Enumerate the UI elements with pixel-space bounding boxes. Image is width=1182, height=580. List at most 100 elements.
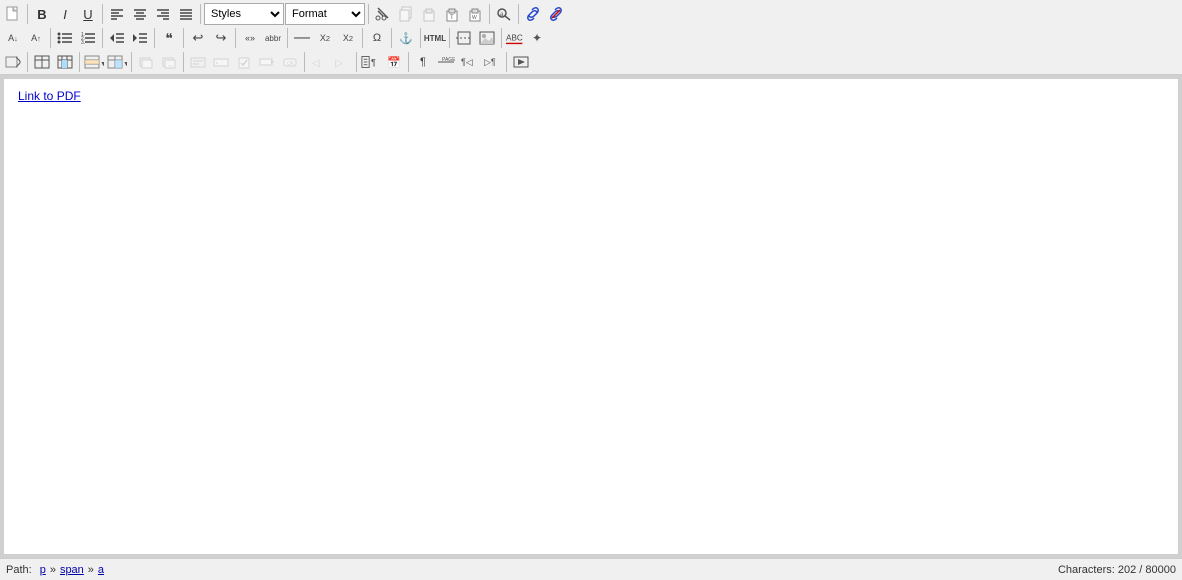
svg-text:3.: 3. (81, 40, 85, 45)
spellcheck-button[interactable]: ABC (505, 27, 527, 49)
show-blocks-button[interactable]: ¶ (360, 51, 382, 73)
button-button[interactable]: OK (279, 51, 301, 73)
table-cell-button[interactable]: ▼ (106, 51, 128, 73)
paragraph-mark-button[interactable]: ¶ (412, 51, 434, 73)
select-button[interactable] (256, 51, 278, 73)
svg-text:¶◁: ¶◁ (461, 57, 473, 67)
media-button[interactable] (510, 51, 532, 73)
copy-button[interactable] (395, 3, 417, 25)
form-button[interactable] (187, 51, 209, 73)
separator-5 (489, 4, 490, 24)
align-right-icon (156, 7, 170, 21)
undo-button[interactable]: ↩ (187, 27, 209, 49)
date-button[interactable]: 📅 (383, 51, 405, 73)
dir-rtl-button[interactable]: ▷ (331, 51, 353, 73)
cleanup-icon: ✦ (531, 31, 547, 45)
align-left-button[interactable] (106, 3, 128, 25)
bold-button[interactable]: B (31, 3, 53, 25)
svg-text:PAGE: PAGE (442, 57, 455, 63)
table-row-button[interactable]: ▼ (83, 51, 105, 73)
increase-font-button[interactable]: A↑ (25, 27, 47, 49)
italic-button[interactable]: I (54, 3, 76, 25)
copy-icon (398, 6, 414, 22)
cut-button[interactable] (372, 3, 394, 25)
status-bar: Path: p » span » a Characters: 202 / 800… (0, 558, 1182, 580)
superscript-button[interactable]: X2 (337, 27, 359, 49)
align-right-button[interactable] (152, 3, 174, 25)
insert-special-button[interactable]: «» (239, 27, 261, 49)
ordered-list-button[interactable]: 1. 2. 3. (77, 27, 99, 49)
pagebreak2-icon: PAGE (437, 55, 455, 69)
svg-text:¶: ¶ (371, 58, 376, 68)
unordered-list-button[interactable] (54, 27, 76, 49)
separator-r2-9 (420, 28, 421, 48)
html-button[interactable]: HTML (424, 27, 446, 49)
paste-button[interactable] (418, 3, 440, 25)
checkbox-button[interactable] (233, 51, 255, 73)
edit-css-button[interactable] (2, 51, 24, 73)
paste-word-button[interactable]: W (464, 3, 486, 25)
editor-content[interactable]: Link to PDF (4, 79, 1178, 554)
svg-text:W: W (472, 15, 477, 21)
path-span[interactable]: span (60, 564, 84, 576)
separator-r3-1 (27, 52, 28, 72)
find-replace-button[interactable]: a (493, 3, 515, 25)
svg-text:◁: ◁ (312, 58, 320, 69)
separator-3 (200, 4, 201, 24)
redo-button[interactable]: ↪ (210, 27, 232, 49)
abbr-button[interactable]: abbr (262, 27, 284, 49)
pagebreak-button[interactable] (453, 27, 475, 49)
insert-table-button[interactable] (31, 51, 53, 73)
align-justify-button[interactable] (175, 3, 197, 25)
editor-link[interactable]: Link to PDF (18, 89, 81, 103)
dir-ltr-icon: ◁ (311, 55, 327, 69)
paste-text-button[interactable]: T (441, 3, 463, 25)
underline-button[interactable]: U (77, 3, 99, 25)
blockquote-button[interactable]: ❝ (158, 27, 180, 49)
hr-button[interactable]: — (291, 27, 313, 49)
input-icon (213, 55, 229, 69)
input-button[interactable] (210, 51, 232, 73)
svg-text:ABC: ABC (506, 34, 523, 43)
separator-r3-6 (356, 52, 357, 72)
dir-ltr-button[interactable]: ◁ (308, 51, 330, 73)
para-right2-button[interactable]: ▷¶ (481, 51, 503, 73)
select-icon (259, 55, 275, 69)
find-icon: a (496, 6, 512, 22)
separator-r2-6 (287, 28, 288, 48)
styles-select[interactable]: Styles (204, 3, 284, 25)
outdent-button[interactable] (106, 27, 128, 49)
anchor-button[interactable]: ⚓ (395, 27, 417, 49)
table-props-button[interactable] (54, 51, 76, 73)
decrease-font-button[interactable]: A↓ (2, 27, 24, 49)
path-a[interactable]: a (98, 564, 104, 576)
svg-text:▷¶: ▷¶ (484, 57, 496, 67)
para-left2-button[interactable]: ¶◁ (458, 51, 480, 73)
insert-char-button[interactable]: Ω (366, 27, 388, 49)
layer-new-button[interactable] (135, 51, 157, 73)
cleanup-button[interactable]: ✦ (528, 27, 550, 49)
cut-icon (375, 6, 391, 22)
separator-r2-7 (362, 28, 363, 48)
pagebreak2-button[interactable]: PAGE (435, 51, 457, 73)
indent-button[interactable] (129, 27, 151, 49)
insert-image-icon (479, 31, 495, 45)
unordered-list-icon (57, 31, 73, 45)
subscript-button[interactable]: X2 (314, 27, 336, 49)
dir-rtl-icon: ▷ (334, 55, 350, 69)
toolbar-row-3: ▼ ▼ ↔ (2, 50, 1180, 74)
unlink-button[interactable] (545, 3, 567, 25)
separator-r2-4 (183, 28, 184, 48)
separator-r3-3 (131, 52, 132, 72)
path-p[interactable]: p (40, 564, 46, 576)
toolbar-row-1: B I U (2, 2, 1180, 26)
new-document-button[interactable] (2, 3, 24, 25)
svg-text:▷: ▷ (335, 58, 343, 69)
format-select[interactable]: Format (285, 3, 365, 25)
layer-move-button[interactable]: ↔ (158, 51, 180, 73)
outdent-icon (109, 31, 125, 45)
link-button[interactable] (522, 3, 544, 25)
svg-text:▼: ▼ (123, 61, 127, 68)
align-center-button[interactable] (129, 3, 151, 25)
insert-image-button[interactable] (476, 27, 498, 49)
